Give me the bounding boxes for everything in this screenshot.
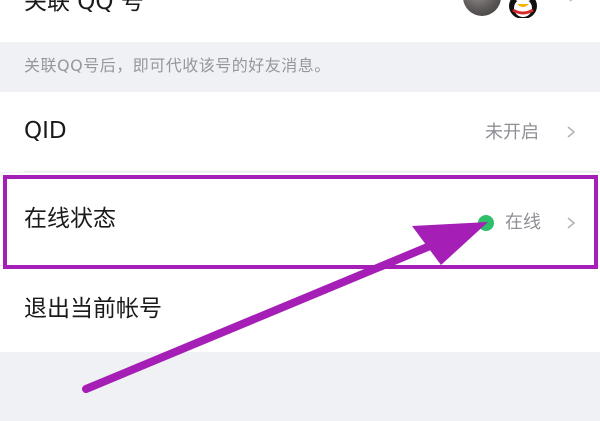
online-status-row[interactable]: 在线状态 在线 — [0, 173, 600, 265]
logout-row[interactable]: 退出当前帐号 — [0, 266, 600, 352]
linked-qq-row[interactable]: 关联 QQ 号 — [0, 0, 600, 42]
online-status-value: 在线 — [505, 212, 541, 233]
online-status-label: 在线状态 — [24, 206, 116, 232]
qid-row[interactable]: QID 未开启 — [0, 92, 600, 172]
chevron-right-icon — [567, 126, 576, 138]
linked-account-avatar — [463, 0, 501, 16]
row-divider — [24, 171, 600, 172]
qid-label: QID — [24, 118, 67, 144]
chevron-right-icon — [569, 0, 573, 2]
chevron-right-icon — [567, 217, 576, 229]
green-dot-icon — [478, 215, 494, 231]
linked-qq-hint: 关联QQ号后，即可代收该号的好友消息。 — [24, 56, 331, 75]
linked-qq-label: 关联 QQ 号 — [24, 0, 144, 15]
qq-penguin-icon — [509, 0, 537, 18]
logout-label: 退出当前帐号 — [24, 296, 162, 322]
qid-value: 未开启 — [485, 122, 539, 143]
